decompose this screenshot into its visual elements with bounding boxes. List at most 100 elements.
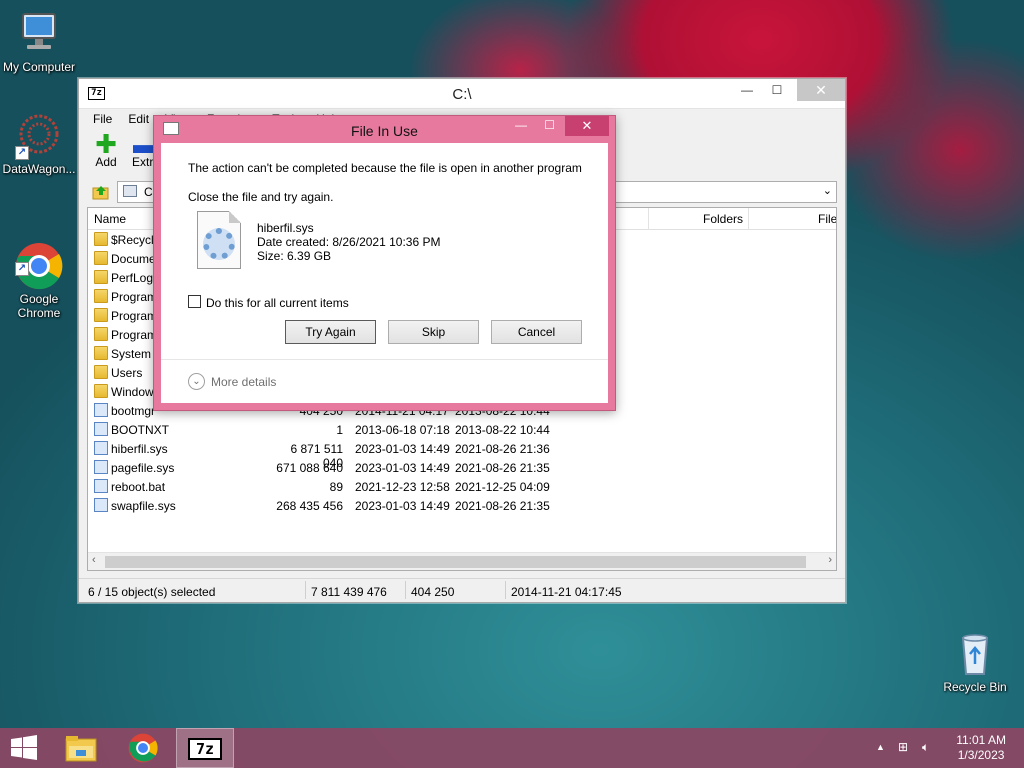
add-button[interactable]: ✚ Add [85, 129, 127, 169]
file-name: hiberfil.sys [257, 221, 314, 235]
file-name-cell: Window [111, 385, 154, 399]
file-name-cell: swapfile.sys [111, 499, 176, 513]
cancel-button[interactable]: Cancel [491, 320, 582, 344]
column-divider [748, 208, 749, 230]
desktop-icon-google-chrome[interactable]: ↗ Google Chrome [1, 214, 77, 334]
file-size-cell: 89 [329, 480, 343, 494]
file-icon [94, 479, 108, 493]
file-modified-cell: 2023-01-03 14:49 [355, 461, 450, 475]
close-button[interactable]: ✕ [565, 116, 609, 136]
selection-status: 6 / 15 object(s) selected [88, 585, 216, 599]
minimize-button[interactable]: — [733, 79, 761, 101]
file-explorer-icon [65, 736, 97, 762]
desktop-icon-label: Recycle Bin [943, 680, 1007, 694]
chrome-icon [128, 733, 158, 763]
column-files[interactable]: File [818, 212, 836, 226]
system-clock[interactable]: 11:01 AM 1/3/2023 [956, 733, 1006, 763]
minimize-button[interactable]: — [515, 118, 527, 132]
file-modified-cell: 2013-06-18 07:18 [355, 423, 450, 437]
folder-icon [94, 308, 108, 322]
desktop-icon-my-computer[interactable]: My Computer [1, 10, 77, 74]
file-size-cell: 268 435 456 [276, 499, 343, 513]
maximize-button[interactable]: ☐ [544, 118, 555, 132]
page-fold [229, 211, 241, 223]
chrome-icon: ↗ [15, 228, 63, 290]
scrollbar-thumb[interactable] [105, 556, 806, 568]
desktop-icon-label: My Computer [2, 60, 76, 74]
table-row[interactable]: reboot.bat 89 2021-12-23 12:58 2021-12-25 0… [88, 477, 836, 496]
column-folders[interactable]: Folders [703, 212, 743, 226]
chevron-up-icon[interactable]: ▲ [876, 742, 885, 752]
desktop-icon-datawagon[interactable]: ↗ DataWagon... [1, 112, 77, 176]
scroll-right-icon[interactable]: › [828, 554, 832, 566]
file-modified-cell: 2023-01-03 14:49 [355, 499, 450, 513]
desktop-icon-label: Google Chrome [17, 292, 61, 320]
file-size-cell: 671 088 640 [276, 461, 343, 475]
file-created-cell: 2021-08-26 21:35 [455, 499, 550, 513]
file-icon [94, 498, 108, 512]
add-label: Add [95, 155, 117, 169]
chrome-taskbar-button[interactable] [114, 728, 172, 768]
maximize-button[interactable]: ☐ [763, 79, 791, 101]
drive-icon [123, 185, 137, 197]
item-date-status: 2014-11-21 04:17:45 [511, 585, 622, 599]
table-row[interactable]: pagefile.sys 671 088 640 2023-01-03 14:49 2… [88, 458, 836, 477]
folder-up-icon[interactable] [92, 183, 110, 201]
more-details-link[interactable]: More details [211, 375, 276, 389]
chevron-down-icon[interactable]: ⌄ [823, 184, 832, 197]
file-created-cell: 2013-08-22 10:44 [455, 423, 550, 437]
try-again-button[interactable]: Try Again [285, 320, 376, 344]
column-divider [648, 208, 649, 230]
folder-icon [94, 346, 108, 360]
total-size-status: 7 811 439 476 [311, 585, 387, 599]
file-created-cell: 2021-08-26 21:36 [455, 442, 550, 456]
table-row[interactable]: hiberfil.sys 6 871 511 040 2023-01-03 14:4… [88, 439, 836, 470]
apply-all-checkbox[interactable] [188, 295, 201, 308]
file-icon [94, 403, 108, 417]
file-name-cell: Program [111, 328, 158, 342]
7zip-taskbar-button[interactable]: 7z [176, 728, 234, 768]
skip-button[interactable]: Skip [388, 320, 479, 344]
file-size: Size: 6.39 GB [257, 249, 332, 263]
taskbar: 7z ▲ ⊞ 🔈︎ 11:01 AM 1/3/2023 [0, 728, 1024, 768]
file-name-cell: BOOTNXT [111, 423, 170, 437]
folder-icon [94, 384, 108, 398]
file-name-cell: PerfLogs [111, 271, 160, 285]
folder-icon [94, 232, 108, 246]
file-modified-cell: 2021-12-23 12:58 [355, 480, 450, 494]
plus-icon: ✚ [95, 129, 117, 159]
file-name-cell: Program [111, 290, 158, 304]
folder-icon [94, 251, 108, 265]
file-modified-cell: 2023-01-03 14:49 [355, 442, 450, 456]
network-icon[interactable]: ⊞ [898, 740, 908, 754]
horizontal-scrollbar[interactable]: ‹ › [88, 552, 836, 570]
file-icon [94, 422, 108, 436]
table-row[interactable]: swapfile.sys 268 435 456 2023-01-03 14:49 2… [88, 496, 836, 515]
scroll-left-icon[interactable]: ‹ [92, 554, 96, 566]
dialog-instruction: Close the file and try again. [188, 190, 334, 204]
status-divider [305, 581, 306, 599]
dialog-titlebar[interactable]: File In Use — ☐ ✕ [154, 116, 615, 143]
chevron-down-icon[interactable]: ⌄ [188, 373, 205, 390]
file-name-cell: reboot.bat [111, 480, 166, 494]
file-icon [94, 460, 108, 474]
window-titlebar[interactable]: 7z C:\ — ☐ ✕ [79, 79, 845, 109]
shortcut-arrow-icon: ↗ [15, 146, 29, 160]
file-size-cell: 1 [336, 423, 343, 437]
file-in-use-dialog: File In Use — ☐ ✕ The action can't be co… [153, 115, 616, 411]
system-file-icon [197, 211, 241, 269]
volume-icon[interactable]: 🔈︎ [922, 740, 929, 755]
column-name[interactable]: Name [94, 212, 126, 226]
desktop-icon-recycle-bin[interactable]: Recycle Bin [937, 630, 1013, 694]
menu-edit[interactable]: Edit [120, 109, 157, 129]
close-button[interactable]: ✕ [797, 79, 845, 101]
apply-all-label[interactable]: Do this for all current items [206, 296, 349, 310]
table-row[interactable]: BOOTNXT 1 2013-06-18 07:18 2013-08-22 10:44 [88, 420, 836, 439]
folder-icon [94, 327, 108, 341]
clock-time: 11:01 AM [956, 733, 1006, 747]
menu-file[interactable]: File [85, 109, 120, 129]
dialog-body: The action can't be completed because th… [161, 143, 608, 403]
clock-date: 1/3/2023 [957, 748, 1005, 762]
start-button[interactable] [0, 728, 48, 768]
file-explorer-taskbar-button[interactable] [52, 728, 110, 768]
